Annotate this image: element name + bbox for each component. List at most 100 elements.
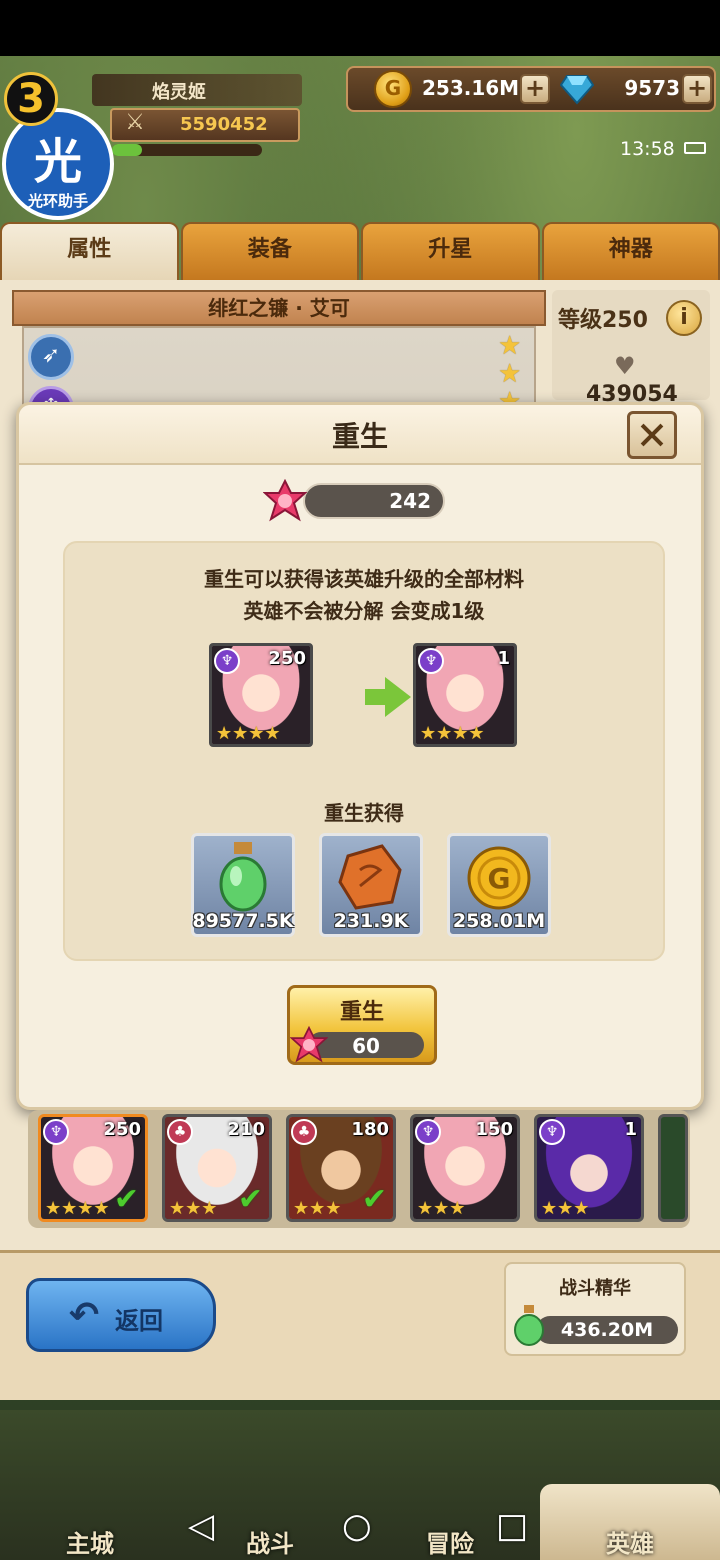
battle-essence-bar: 436.20M [536,1316,678,1344]
assistant-badge-glyph: 光 [33,134,82,190]
gold-value: 253.16M [422,76,520,100]
faction-icon: ♆ [214,648,240,674]
system-back-icon[interactable]: ◁ [188,1506,214,1546]
rebirth-description-1: 重生可以获得该英雄升级的全部材料 [204,567,524,591]
hero-name-title: 绯红之镰 · 艾可 [12,290,546,326]
hero-card-level: 250 [103,1119,141,1140]
add-gold-button[interactable]: + [520,74,550,104]
assistant-badge-label: 光环助手 [27,192,88,210]
back-button-label: 返回 [115,1307,163,1335]
hero-card-level: 150 [475,1119,513,1140]
diamond-icon [560,75,594,105]
back-button[interactable]: ↶ 返回 [26,1278,216,1352]
nav-label: 英雄 [606,1530,654,1558]
hero-card-level: 180 [351,1119,389,1140]
clock: 13:58 [620,138,675,160]
rebirth-info-box: 重生可以获得该英雄升级的全部材料 英雄不会被分解 会变成1级 ♆ 250 ★★★… [63,541,665,961]
reward-gold[interactable]: G 258.01M [447,833,551,937]
nav-battle[interactable]: 战斗 [200,1500,340,1560]
nav-main-city[interactable]: 主城 [20,1500,160,1560]
rebirth-stone-count: 242 [389,489,431,513]
hero-list-item-partial[interactable] [658,1114,688,1222]
exp-bar [112,144,262,156]
hero-card-stars: ★★★★ [420,723,485,744]
battle-essence-value: 436.20M [560,1319,654,1341]
tab-star-up[interactable]: 升星 [361,222,540,280]
arrow-right-icon [365,689,387,705]
reward-title: 重生获得 [324,801,404,825]
rebirth-dialog: 重生 242 重生可以获得该英雄升级的全部材料 英雄不会被分解 会变成1级 ♆ … [16,402,704,1110]
info-button[interactable]: i [666,300,702,336]
hero-card-level: 250 [268,648,306,669]
crossed-swords-icon: ⚔ [125,110,145,135]
hero-card-stars: ★★★★ [45,1198,110,1219]
rebirth-button-label: 重生 [339,1000,384,1025]
hero-card-level: 210 [227,1119,265,1140]
hero-list-item[interactable]: ♆ 150 ★★★ [410,1114,520,1222]
hero-level: 等级250 [558,308,648,333]
close-button[interactable] [627,411,677,459]
gem-value: 9573 [624,76,680,100]
faction-icon: ♣ [167,1119,193,1145]
vip-level-badge: 3 [4,72,58,126]
rebirth-stone-counter: 242 [303,483,445,519]
hero-list-item[interactable]: ♆ 250 ★★★★ ✔ [38,1114,148,1222]
battle-essence-title: 战斗精华 [559,1278,631,1299]
faction-icon: ♆ [539,1119,565,1145]
system-recents-icon[interactable]: □ [496,1506,528,1546]
potion-icon [219,842,267,912]
faction-icon: ♆ [418,648,444,674]
hero-card-after: ♆ 1 ★★★★ [413,643,517,747]
hero-list-item[interactable]: ♣ 210 ★★★ ✔ [162,1114,272,1222]
hero-card-level: 1 [624,1119,637,1140]
nav-label: 战斗 [246,1530,294,1558]
gold-coin-icon: G [467,846,531,910]
potion-icon [514,1305,544,1346]
hero-card-level: 1 [497,648,510,669]
reward-potion[interactable]: 89577.5K [191,833,295,937]
battery-icon [684,142,706,154]
reward-amount: 258.01M [452,910,546,932]
combat-power-value: 5590452 [180,114,268,135]
add-gems-button[interactable]: + [682,74,712,104]
hero-card-stars: ★★★ [417,1198,466,1219]
arrow-head [385,677,411,717]
tab-artifact[interactable]: 神器 [541,222,720,280]
reward-ore[interactable]: 231.9K [319,833,423,937]
tab-equipment[interactable]: 装备 [180,222,359,280]
faction-icon: ♆ [43,1119,69,1145]
back-arrow-icon: ↶ [69,1295,100,1336]
hero-card-before: ♆ 250 ★★★★ [209,643,313,747]
reward-amount: 89577.5K [192,910,294,932]
tab-attributes[interactable]: 属性 [0,222,179,280]
hero-card-stars: ★★★ [293,1198,342,1219]
hero-card-stars: ★★★★ [216,723,281,744]
dialog-header: 重生 [19,405,701,465]
exp-bar-fill [112,144,142,156]
rebirth-description-2: 英雄不会被分解 会变成1级 [243,599,485,623]
hero-list-item[interactable]: ♣ 180 ★★★ ✔ [286,1114,396,1222]
hero-list-item[interactable]: ♆ 1 ★★★ [534,1114,644,1222]
assistant-badge[interactable]: 光 光环助手 [2,108,114,220]
rebirth-button[interactable]: 重生 60 [287,985,437,1065]
ore-icon [338,844,402,910]
faction-icon: ♆ [415,1119,441,1145]
rebirth-stone-icon [290,1026,328,1063]
player-name: 焰灵姬 [152,82,206,103]
dialog-title: 重生 [331,420,388,453]
battle-essence-box: 战斗精华 436.20M [504,1262,686,1356]
nav-label: 主城 [66,1530,114,1558]
status-bar [0,0,720,56]
hero-card-stars: ★★★ [169,1198,218,1219]
nav-heroes[interactable]: 英雄 [560,1500,700,1560]
hero-card-stars: ★★★ [541,1198,590,1219]
svg-text:G: G [488,862,511,895]
rebirth-stone-icon [263,479,307,522]
reward-amount: 231.9K [333,910,409,932]
heart-icon: ♥ [614,352,636,380]
gold-coin-icon [374,70,412,108]
system-home-icon[interactable]: ○ [342,1506,372,1546]
checkmark-icon: ✔ [237,1182,263,1217]
checkmark-icon: ✔ [361,1182,387,1217]
skill-icon-wing[interactable]: ➶ [28,334,74,380]
